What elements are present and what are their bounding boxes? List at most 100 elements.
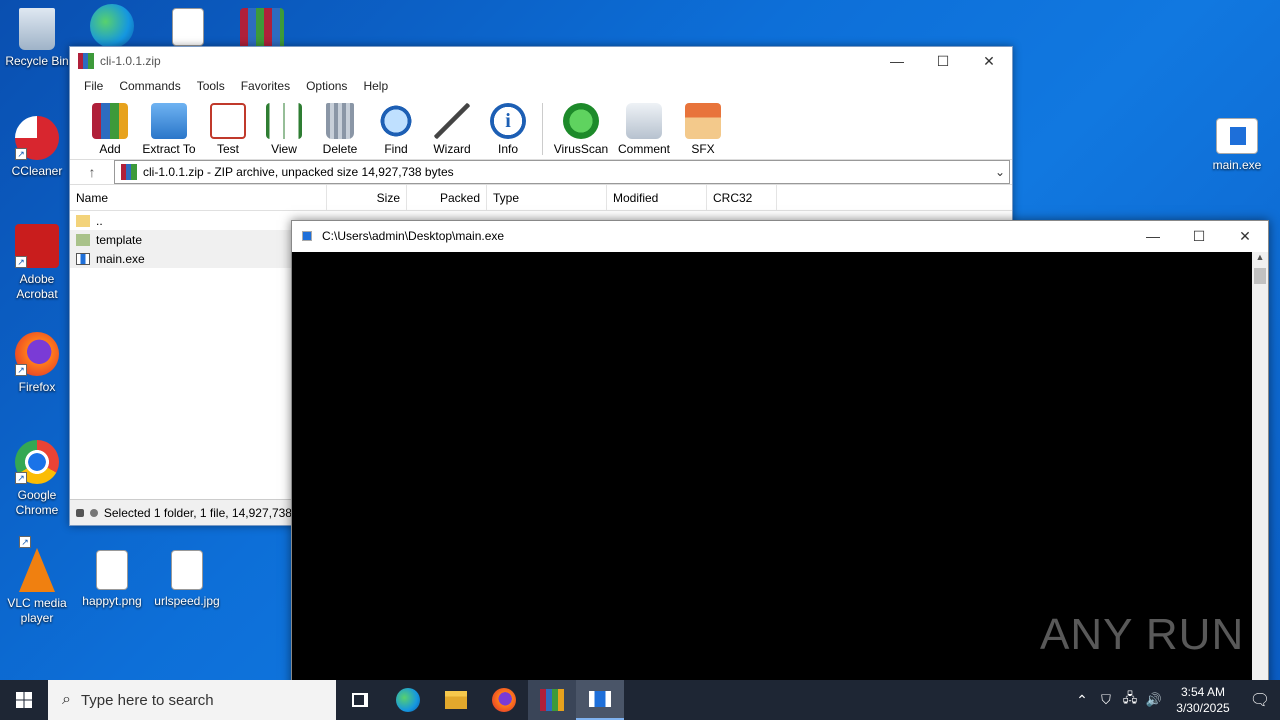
column-packed[interactable]: Packed — [407, 185, 487, 210]
magnifier-icon — [378, 103, 414, 139]
start-button[interactable] — [0, 680, 48, 720]
file-name: main.exe — [96, 251, 145, 266]
desktop-icon-label: main.exe — [1212, 158, 1262, 172]
comment-label: Comment — [617, 142, 670, 156]
toolbar-separator — [542, 103, 543, 155]
task-view-icon — [352, 693, 368, 707]
scrollbar-thumb[interactable] — [1254, 268, 1266, 284]
test-button[interactable]: Test — [200, 103, 256, 156]
comment-bubble-icon — [626, 103, 662, 139]
column-type[interactable]: Type — [487, 185, 607, 210]
window-title: cli-1.0.1.zip — [100, 54, 161, 68]
file-list-header: Name Size Packed Type Modified CRC32 — [70, 185, 1012, 211]
taskbar-edge[interactable] — [384, 680, 432, 720]
watermark: ANY RUN — [1040, 610, 1245, 659]
virusscan-label: VirusScan — [553, 142, 609, 156]
desktop-icon-ccleaner[interactable]: ↗ CCleaner — [1, 116, 73, 179]
desktop-icon-main-exe[interactable]: main.exe — [1201, 118, 1273, 173]
comment-button[interactable]: Comment — [613, 103, 675, 156]
menu-file[interactable]: File — [76, 79, 111, 93]
sfx-box-icon — [685, 103, 721, 139]
address-bar: ↑ cli-1.0.1.zip - ZIP archive, unpacked … — [70, 159, 1012, 185]
desktop-icon-google-chrome[interactable]: ↗ Google Chrome — [1, 440, 73, 518]
desktop-icon-image[interactable] — [152, 8, 224, 50]
acrobat-icon: ↗ — [15, 224, 59, 268]
image-file-icon — [96, 550, 128, 590]
winrar-icon — [540, 689, 564, 711]
search-box[interactable]: ⌕ Type here to search — [48, 680, 336, 720]
edge-icon — [90, 4, 134, 48]
security-icon[interactable]: ⛉ — [1094, 692, 1118, 708]
console-titlebar[interactable]: C:\Users\admin\Desktop\main.exe — ☐ ✕ — [292, 221, 1268, 251]
search-placeholder: Type here to search — [80, 691, 214, 709]
desktop-icon-label: VLC media player — [7, 596, 67, 625]
maximize-button[interactable]: ☐ — [1176, 222, 1222, 250]
view-button[interactable]: View — [256, 103, 312, 156]
taskbar-main-exe[interactable] — [576, 680, 624, 720]
test-clipboard-icon — [210, 103, 246, 139]
network-icon[interactable]: 🖧 — [1118, 689, 1142, 711]
desktop-icon-adobe-acrobat[interactable]: ↗ Adobe Acrobat — [1, 224, 73, 302]
minimize-button[interactable]: — — [874, 47, 920, 75]
menu-help[interactable]: Help — [355, 79, 396, 93]
extract-to-button[interactable]: Extract To — [138, 103, 200, 156]
vlc-cone-icon: ↗ — [19, 536, 55, 592]
up-arrow-icon[interactable]: ↑ — [70, 164, 114, 180]
desktop-icon-vlc[interactable]: ↗ VLC media player — [1, 536, 73, 626]
executable-icon — [76, 252, 90, 265]
sfx-button[interactable]: SFX — [675, 103, 731, 156]
info-button[interactable]: i Info — [480, 103, 536, 156]
clock[interactable]: 3:54 AM 3/30/2025 — [1166, 684, 1240, 716]
volume-icon[interactable]: 🔊 — [1142, 692, 1166, 708]
find-button[interactable]: Find — [368, 103, 424, 156]
taskbar-winrar[interactable] — [528, 680, 576, 720]
chrome-icon: ↗ — [15, 440, 59, 484]
archive-path-field[interactable]: cli-1.0.1.zip - ZIP archive, unpacked si… — [114, 160, 1010, 184]
minimize-button[interactable]: — — [1130, 222, 1176, 250]
desktop-icon-urlspeed-jpg[interactable]: urlspeed.jpg — [151, 550, 223, 609]
column-crc32[interactable]: CRC32 — [707, 185, 777, 210]
windows-logo-icon — [16, 692, 32, 708]
shortcut-arrow-icon: ↗ — [15, 364, 27, 376]
delete-button[interactable]: Delete — [312, 103, 368, 156]
info-icon: i — [490, 103, 526, 139]
chevron-down-icon[interactable]: ⌄ — [995, 165, 1009, 179]
menu-options[interactable]: Options — [298, 79, 355, 93]
close-button[interactable]: ✕ — [1222, 222, 1268, 250]
chevron-up-icon[interactable]: ⌃ — [1070, 692, 1094, 709]
shortcut-arrow-icon: ↗ — [19, 536, 31, 548]
menu-tools[interactable]: Tools — [189, 79, 233, 93]
desktop-icon-edge[interactable] — [76, 4, 148, 52]
clock-date: 3/30/2025 — [1176, 701, 1230, 715]
folder-icon — [76, 214, 90, 227]
task-view-button[interactable] — [336, 680, 384, 720]
close-button[interactable]: ✕ — [966, 47, 1012, 75]
notification-icon[interactable]: 🗨 — [1240, 690, 1280, 710]
desktop-icon-label: happyt.png — [82, 594, 142, 608]
column-size[interactable]: Size — [327, 185, 407, 210]
menu-commands[interactable]: Commands — [111, 79, 188, 93]
column-name[interactable]: Name — [70, 185, 327, 210]
wizard-button[interactable]: Wizard — [424, 103, 480, 156]
taskbar-firefox[interactable] — [480, 680, 528, 720]
menu-favorites[interactable]: Favorites — [233, 79, 298, 93]
desktop-icon-label: Google Chrome — [15, 488, 59, 517]
winrar-titlebar[interactable]: cli-1.0.1.zip — ☐ ✕ — [70, 47, 1012, 75]
clock-time: 3:54 AM — [1180, 685, 1226, 699]
virusscan-button[interactable]: VirusScan — [549, 103, 613, 156]
extract-folder-icon — [151, 103, 187, 139]
archive-path-text: cli-1.0.1.zip - ZIP archive, unpacked si… — [143, 165, 454, 179]
add-archive-icon — [92, 103, 128, 139]
taskbar-file-explorer[interactable] — [432, 680, 480, 720]
column-modified[interactable]: Modified — [607, 185, 707, 210]
desktop-icon-firefox[interactable]: ↗ Firefox — [1, 332, 73, 395]
scroll-up-arrow-icon[interactable]: ▲ — [1252, 252, 1268, 268]
maximize-button[interactable]: ☐ — [920, 47, 966, 75]
view-label: View — [271, 142, 297, 156]
desktop-icon-happyt-png[interactable]: happyt.png — [76, 550, 148, 609]
add-button[interactable]: Add — [82, 103, 138, 156]
scrollbar[interactable]: ▲ — [1252, 252, 1268, 693]
add-label: Add — [99, 142, 121, 156]
desktop-icon-label: Recycle Bin — [5, 54, 69, 68]
desktop-icon-recycle-bin[interactable]: Recycle Bin — [1, 8, 73, 69]
